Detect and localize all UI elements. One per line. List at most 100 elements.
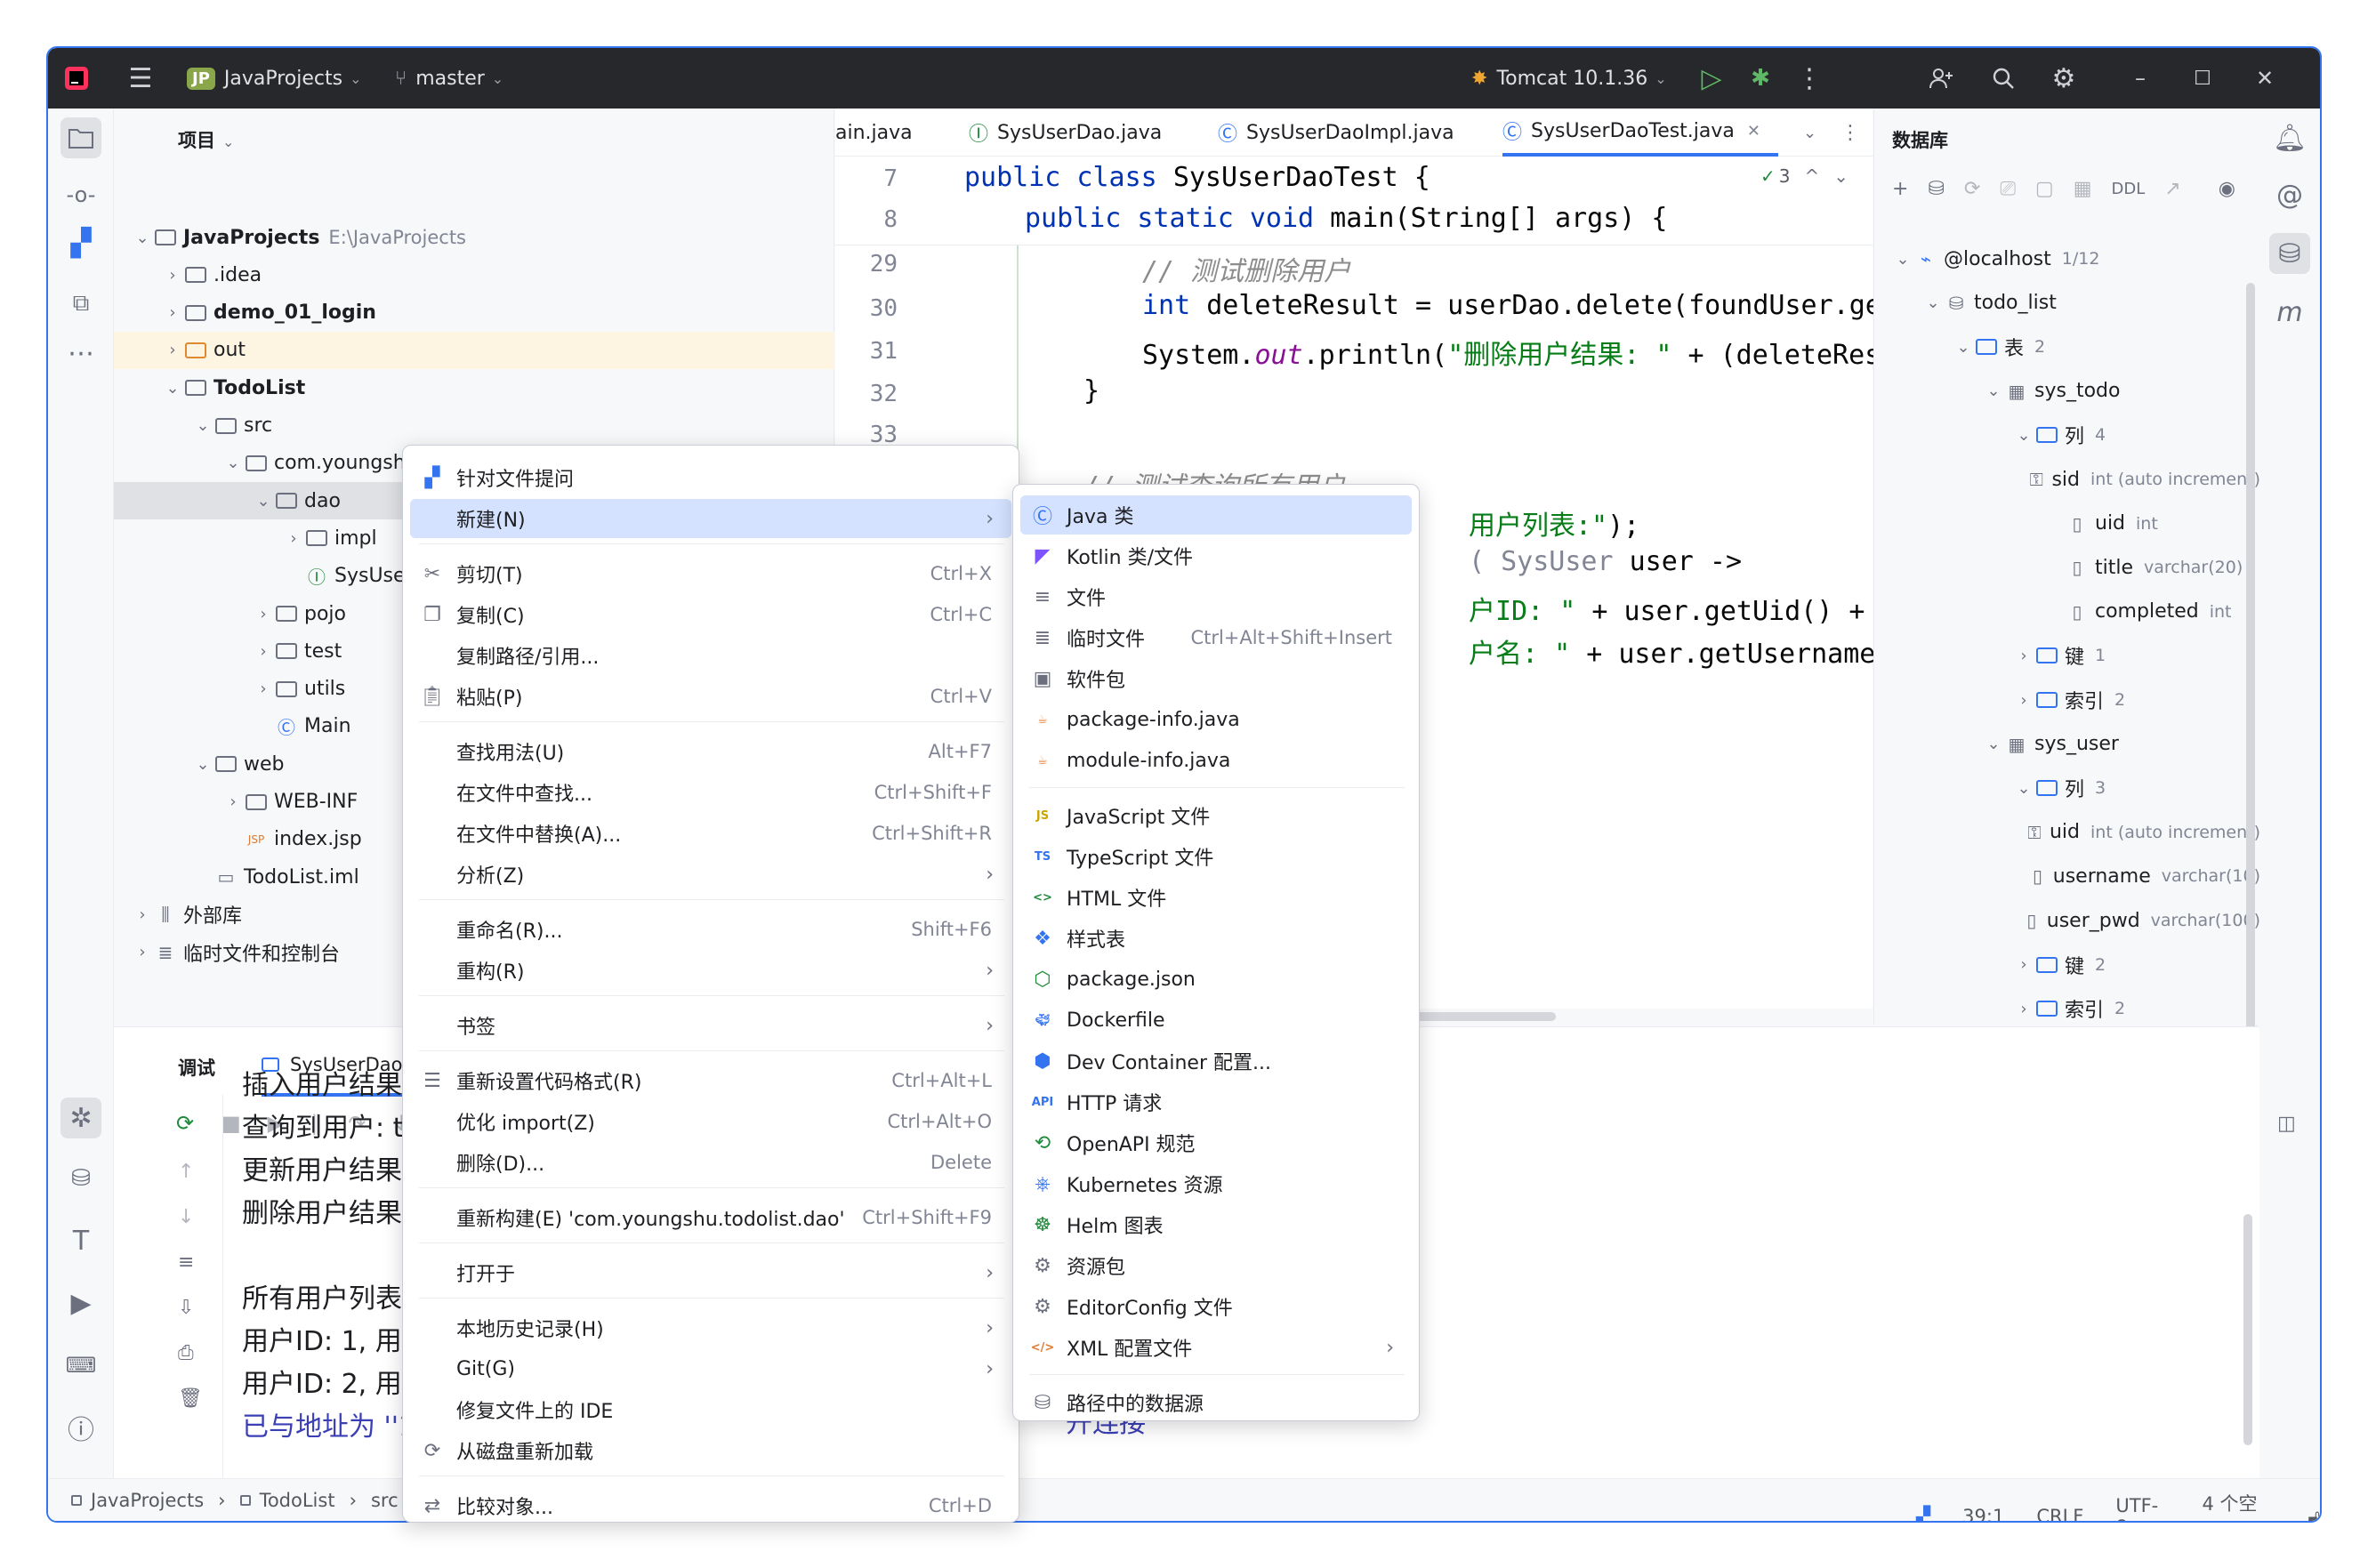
jump-icon[interactable]: ↗ xyxy=(2164,178,2180,200)
new-submenu-item[interactable]: ⎈ Kubernetes 资源 xyxy=(1020,1164,1412,1203)
chevron-down-icon[interactable]: ⌄ xyxy=(2013,426,2034,445)
context-menu-item[interactable]: 复制路径/引用... xyxy=(410,636,1011,675)
new-submenu-item[interactable]: ≣ 临时文件 Ctrl+Alt+Shift+Insert xyxy=(1020,618,1412,657)
ai-chat-icon[interactable]: @ xyxy=(2269,174,2310,215)
breadcrumb-item[interactable]: src xyxy=(371,1490,399,1511)
chevron-down-icon[interactable]: ⌄ xyxy=(1983,735,2004,753)
chevron-right-icon[interactable]: › xyxy=(162,266,183,285)
code-line-37[interactable]: 户ID: " + user.getUid() + xyxy=(1469,589,1865,628)
context-menu-item[interactable]: 重构(R) › xyxy=(410,951,1011,990)
context-menu-item[interactable]: 优化 import(Z) Ctrl+Alt+O xyxy=(410,1102,1011,1141)
chevron-right-icon[interactable]: › xyxy=(253,642,274,661)
context-menu-item[interactable]: 重新构建(E) 'com.youngshu.todolist.dao' Ctrl+… xyxy=(410,1198,1011,1237)
db-tree-item[interactable]: ▯ title varchar(20) xyxy=(1874,549,2260,586)
context-menu-item[interactable]: 在文件中替换(A)... Ctrl+Shift+R xyxy=(410,814,1011,853)
indent-setting[interactable]: 4 个空格 xyxy=(2202,1490,2275,1521)
line-separator[interactable]: CRLF xyxy=(2036,1506,2083,1521)
tab-main-java[interactable]: ain.java xyxy=(835,109,913,157)
code-line-31[interactable]: System.out.println("删除用户结果: " + (deleteR… xyxy=(1142,333,1913,372)
chevron-right-icon[interactable]: › xyxy=(132,905,153,924)
close-icon[interactable]: ✕ xyxy=(1747,122,1760,141)
db-tree-item[interactable]: ⌄ 列 3 xyxy=(1874,769,2260,807)
tree-item[interactable]: › out xyxy=(114,331,834,369)
breadcrumb-item[interactable]: JavaProjects xyxy=(91,1490,204,1511)
branch-selector[interactable]: ⑂ master ⌄ xyxy=(395,48,503,109)
console-icon[interactable]: ⎚ xyxy=(2000,178,2016,200)
ddl-button[interactable]: DDL xyxy=(2112,180,2146,198)
new-submenu-item[interactable]: ⬢ Dev Container 配置... xyxy=(1020,1041,1412,1081)
new-submenu-item[interactable]: ☕︎ module-info.java xyxy=(1020,741,1412,780)
search-icon[interactable] xyxy=(1985,48,2021,109)
file-encoding[interactable]: UTF-8 xyxy=(2115,1495,2170,1521)
context-menu-item[interactable]: ✂ 剪切(T) Ctrl+X xyxy=(410,554,1011,593)
tree-item[interactable]: ⌄ JavaProjects E:\JavaProjects xyxy=(114,219,834,256)
run-config-selector[interactable]: ✸ Tomcat 10.1.36 ⌄ xyxy=(1471,48,1667,109)
new-submenu-item[interactable]: ☕︎ package-info.java xyxy=(1020,700,1412,739)
context-menu-item[interactable]: 📋︎ 粘贴(P) Ctrl+V xyxy=(410,677,1011,716)
caret-position[interactable]: 39:1 xyxy=(1962,1506,2004,1521)
services-icon[interactable]: ▶ xyxy=(60,1283,101,1323)
close-icon[interactable]: ✕ xyxy=(2247,48,2283,109)
debug-icon[interactable]: ✱ xyxy=(1743,48,1778,109)
trash-icon[interactable]: 🗑︎ xyxy=(178,1387,203,1410)
chevron-right-icon[interactable]: › xyxy=(132,943,153,961)
db-tree-item[interactable]: ⌄ ▦ sys_user xyxy=(1874,726,2260,763)
db-tree-item[interactable]: ▯ user_pwd varchar(100) xyxy=(1874,902,2260,939)
db-tree-item[interactable]: › 索引 2 xyxy=(1874,990,2260,1027)
soft-wrap-icon[interactable]: ≡ xyxy=(178,1251,203,1274)
code-line-36[interactable]: ( SysUser user -> xyxy=(1469,546,1742,577)
chevron-down-icon[interactable]: ⌄ xyxy=(1983,382,2004,400)
db-tree-item[interactable]: ▯ username varchar(10) xyxy=(1874,857,2260,895)
tab-sysuserdaoimpl[interactable]: Ⓒ SysUserDaoImpl.java xyxy=(1218,109,1454,157)
stop-icon[interactable]: ■ xyxy=(221,1111,241,1136)
eye-icon[interactable]: ◉ xyxy=(2219,178,2235,200)
context-menu-item[interactable]: 查找用法(U) Alt+F7 xyxy=(410,732,1011,771)
notifications-icon[interactable]: 🔔︎ xyxy=(2269,117,2310,158)
inspection-widget[interactable]: ✓ 3 ^ ⌄ xyxy=(1760,165,1848,187)
db-tree-item[interactable]: ⌄ 列 4 xyxy=(1874,416,2260,454)
console-scrollbar[interactable] xyxy=(2243,1214,2252,1445)
tree-item[interactable]: › .idea xyxy=(114,256,834,293)
scroll-to-end-icon[interactable]: ⇩ xyxy=(178,1297,203,1319)
maven-icon[interactable]: m xyxy=(2269,292,2310,333)
context-menu-item[interactable]: ⟳ 从磁盘重新加载 xyxy=(410,1431,1011,1470)
terminal-icon[interactable]: ⌨ xyxy=(60,1345,101,1386)
data-source-properties-icon[interactable]: ⛁ xyxy=(1928,178,1944,200)
new-submenu-item[interactable]: TS TypeScript 文件 xyxy=(1020,837,1412,876)
tab-sysuserdao[interactable]: Ⓘ SysUserDao.java xyxy=(969,109,1162,157)
chevron-down-icon[interactable]: ⌄ xyxy=(1803,109,1816,157)
breadcrumb-item[interactable]: TodoList xyxy=(260,1490,335,1511)
new-submenu-item[interactable]: JS JavaScript 文件 xyxy=(1020,796,1412,835)
chevron-right-icon[interactable]: › xyxy=(283,529,304,548)
new-submenu-item[interactable]: ◤ Kotlin 类/文件 xyxy=(1020,536,1412,575)
context-menu-item[interactable]: 删除(D)... Delete xyxy=(410,1143,1011,1182)
db-tree-item[interactable]: ▯ completed int xyxy=(1874,593,2260,631)
gear-icon[interactable]: ⚙ xyxy=(2046,48,2082,109)
context-menu-item[interactable]: 在文件中查找... Ctrl+Shift+F xyxy=(410,773,1011,812)
context-menu-item[interactable]: ❐ 复制(C) Ctrl+C xyxy=(410,595,1011,634)
context-menu-item[interactable]: 书签 › xyxy=(410,1006,1011,1045)
chevron-right-icon[interactable]: › xyxy=(253,605,274,623)
tab-sysuserdaotest[interactable]: Ⓒ SysUserDaoTest.java ✕ xyxy=(1502,109,1778,157)
maximize-icon[interactable]: ☐ xyxy=(2185,48,2220,109)
chevron-down-icon[interactable]: ⌄ xyxy=(162,379,183,398)
bug-icon[interactable]: ✲ xyxy=(60,1098,101,1138)
new-submenu-item[interactable]: ☸ Helm 图表 xyxy=(1020,1205,1412,1244)
new-submenu-item[interactable]: <> HTML 文件 xyxy=(1020,878,1412,917)
tree-item[interactable]: ⌄ TodoList xyxy=(114,369,834,406)
context-menu-item[interactable]: ▞ 针对文件提问 xyxy=(410,458,1011,497)
rerun-icon[interactable]: ⟳ xyxy=(176,1111,194,1136)
tree-item[interactable]: › demo_01_login xyxy=(114,294,834,332)
chevron-right-icon[interactable]: › xyxy=(2013,1000,2034,1018)
more-horizontal-icon[interactable]: ⋯ xyxy=(60,333,101,374)
stop-icon[interactable]: ▢ xyxy=(2035,178,2054,200)
chevron-down-icon[interactable]: ⌄ xyxy=(192,755,213,774)
folder-icon[interactable] xyxy=(60,117,101,158)
chevron-down-icon[interactable]: ⌄ xyxy=(132,229,153,247)
tree-item[interactable]: ⌄ src xyxy=(114,407,834,445)
db-tree-item[interactable]: › 索引 2 xyxy=(1874,681,2260,719)
debug-tool-title[interactable]: 调试 xyxy=(178,1054,215,1081)
layout-icon[interactable]: ◫ xyxy=(2277,1113,2296,1135)
chevron-down-icon[interactable]: ⌄ xyxy=(253,492,274,511)
context-menu-item[interactable]: 新建(N) › xyxy=(410,499,1011,538)
